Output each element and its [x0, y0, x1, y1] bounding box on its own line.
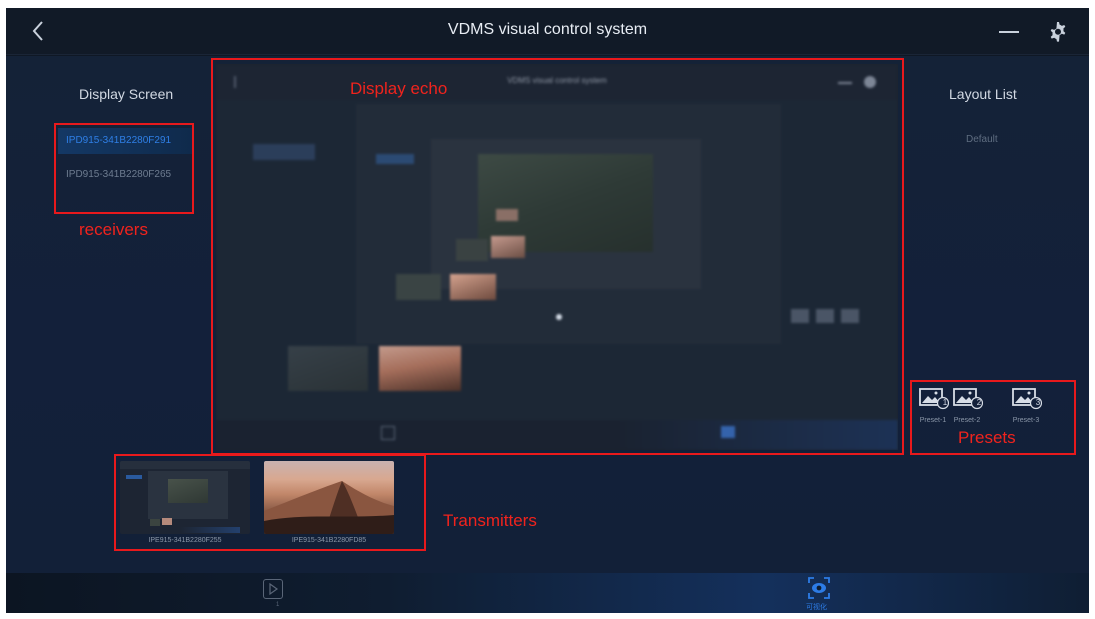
visualization-label: 可视化 — [806, 604, 827, 611]
window-title: VDMS visual control system — [447, 21, 648, 38]
echo-content: VDMS visual control system — [216, 64, 898, 450]
display-echo-annotation: Display echo — [350, 79, 448, 98]
echo-play-icon — [381, 426, 395, 440]
echo-cursor — [556, 314, 562, 320]
echo-transmitter-2 — [379, 346, 461, 391]
display-echo-panel[interactable]: VDMS visual control system — [216, 64, 898, 450]
transmitter-2-thumbnail — [264, 461, 394, 534]
preset-3-label: Preset-3 — [1012, 417, 1040, 424]
transmitter-1-label: IPE915-341B2280F255 — [148, 537, 222, 544]
transmitters-annotation: Transmitters — [443, 511, 537, 530]
echo-preset-3 — [841, 309, 859, 323]
preset-1-number: 1 — [942, 398, 948, 407]
preset-1-label: Preset-1 — [919, 417, 947, 424]
echo-title: VDMS visual control system — [507, 76, 607, 85]
tx1-thumb-mini-a — [150, 519, 160, 526]
transmitter-1-thumbnail — [120, 461, 250, 534]
play-icon — [269, 582, 279, 596]
preset-2-number: 2 — [976, 398, 982, 407]
preset-3[interactable]: 3 Preset-3 — [1012, 386, 1048, 424]
echo-nested-thumb — [496, 209, 518, 221]
echo-tx-thumb-a — [396, 274, 441, 300]
echo-bottom-highlight — [616, 420, 898, 450]
preset-3-number: 3 — [1035, 398, 1041, 407]
echo-receiver-highlight — [253, 144, 315, 160]
main-panel: Display Screen IPD915-341B2280F291 IPD91… — [6, 56, 1089, 573]
settings-button[interactable] — [1046, 20, 1070, 44]
tx1-thumb-bottom — [180, 527, 240, 533]
echo-preset-2 — [816, 309, 834, 323]
play-button[interactable] — [263, 579, 283, 599]
desert-dune-image — [264, 481, 394, 534]
echo-thumb-b — [491, 236, 525, 258]
echo-thumb-a — [456, 239, 488, 261]
presets-annotation: Presets — [958, 428, 1016, 447]
gear-icon — [1050, 22, 1066, 42]
echo-minimize-icon — [838, 82, 852, 84]
preset-2[interactable]: 2 Preset-2 — [953, 386, 989, 424]
transmitter-1[interactable]: IPE915-341B2280F255 — [120, 461, 250, 546]
title-bar: VDMS visual control system — [6, 8, 1089, 55]
bottom-nav: 1 可视化 — [6, 573, 1089, 613]
layout-item-default[interactable]: Default — [966, 134, 998, 145]
play-count: 1 — [276, 602, 280, 608]
display-screen-title: Display Screen — [79, 86, 174, 102]
receiver-item-2[interactable]: IPD915-341B2280F265 — [58, 162, 194, 188]
minimize-button[interactable] — [996, 22, 1022, 42]
echo-gear-icon — [864, 76, 876, 88]
tx1-thumb-mini-b — [162, 518, 172, 525]
app-window: VDMS visual control system Display Scree… — [6, 8, 1089, 613]
receiver-item-1[interactable]: IPD915-341B2280F291 — [58, 128, 194, 154]
echo-transmitter-1 — [288, 346, 368, 391]
echo-tx-thumb-b — [450, 274, 496, 300]
echo-preset-1 — [791, 309, 809, 323]
tx1-thumb-image — [168, 479, 208, 503]
echo-back-icon — [234, 76, 242, 88]
tx1-thumb-bar — [120, 461, 250, 469]
visualization-tab[interactable] — [807, 576, 831, 600]
transmitter-2-label: IPE915-341B2280FD85 — [291, 537, 367, 544]
layout-list-title: Layout List — [949, 86, 1017, 102]
preset-2-label: Preset-2 — [953, 417, 981, 424]
receivers-annotation: receivers — [79, 220, 148, 239]
echo-nested-receiver — [376, 154, 414, 164]
transmitter-2[interactable]: IPE915-341B2280FD85 — [264, 461, 394, 546]
eye-scan-icon — [808, 577, 830, 599]
tx1-thumb-highlight — [126, 475, 142, 479]
